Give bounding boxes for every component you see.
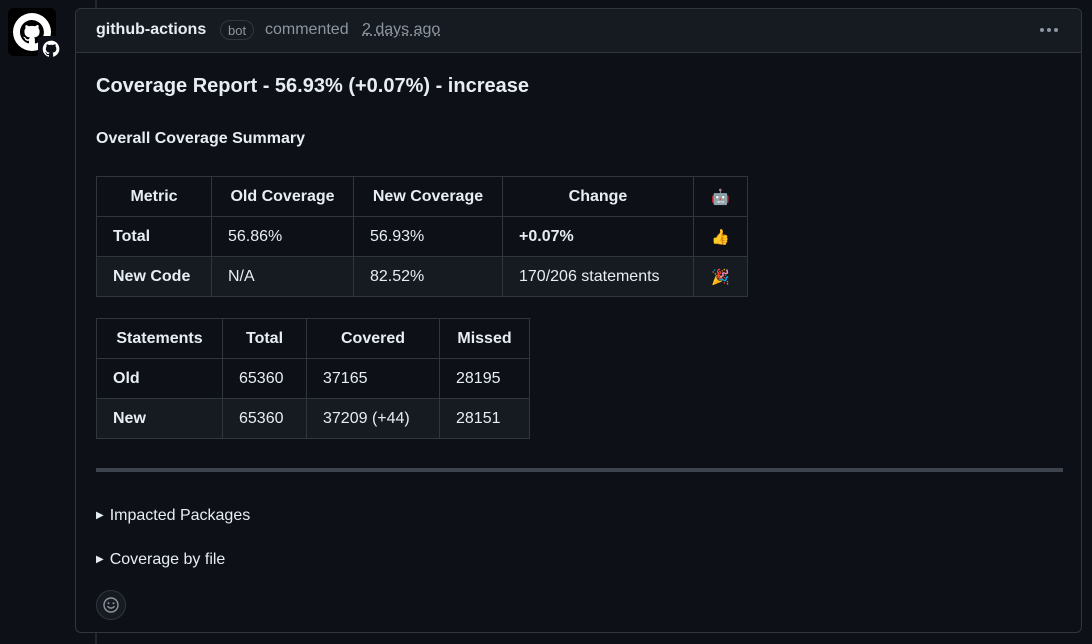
bot-badge: bot xyxy=(220,20,255,40)
github-small-icon xyxy=(40,38,62,60)
column-header: New Coverage xyxy=(353,176,503,217)
table-row: Old 65360 37165 28195 xyxy=(96,358,530,399)
column-header: Covered xyxy=(306,318,440,359)
robot-emoji-header: 🤖 xyxy=(693,176,748,217)
coverage-summary-table: Metric Old Coverage New Coverage Change … xyxy=(96,176,748,297)
column-header: Change xyxy=(502,176,694,217)
kebab-horizontal-icon[interactable] xyxy=(1034,20,1064,40)
column-header: Missed xyxy=(439,318,530,359)
comment-action-text: commented xyxy=(265,21,349,38)
coverage-by-file-toggle[interactable]: ▶ Coverage by file xyxy=(96,551,225,569)
table-cell: Old xyxy=(96,358,223,399)
github-app-badge xyxy=(38,36,68,66)
table-cell: 56.86% xyxy=(211,216,354,257)
table-cell: 37165 xyxy=(306,358,440,399)
avatar[interactable] xyxy=(8,8,68,66)
table-cell: New Code xyxy=(96,256,212,297)
add-reaction-button[interactable] xyxy=(96,590,126,620)
table-header-row: Metric Old Coverage New Coverage Change … xyxy=(96,176,748,217)
table-cell: 65360 xyxy=(222,398,307,439)
details-summary-label: Impacted Packages xyxy=(109,507,251,524)
table-row: New Code N/A 82.52% 170/206 statements 🎉 xyxy=(96,256,748,297)
smiley-icon xyxy=(103,597,119,613)
table-row: Total 56.86% 56.93% +0.07% 👍 xyxy=(96,216,748,257)
author-link[interactable]: github-actions xyxy=(96,21,206,39)
table-cell: 37209 (+44) xyxy=(306,398,440,439)
statements-table: Statements Total Covered Missed Old 6536… xyxy=(96,318,530,439)
table-cell: 170/206 statements xyxy=(502,256,694,297)
comment-card: github-actions bot commented 2 days ago … xyxy=(75,8,1082,633)
table-row: New 65360 37209 (+44) 28151 xyxy=(96,398,530,439)
table-cell: +0.07% xyxy=(502,216,694,257)
thumbs-up-emoji: 👍 xyxy=(693,216,748,257)
impacted-packages-toggle[interactable]: ▶ Impacted Packages xyxy=(96,507,250,525)
comment-header: github-actions bot commented 2 days ago xyxy=(76,9,1081,53)
table-cell: N/A xyxy=(211,256,354,297)
party-emoji: 🎉 xyxy=(693,256,748,297)
table-cell: 82.52% xyxy=(353,256,503,297)
table-cell: 28195 xyxy=(439,358,530,399)
triangle-right-icon: ▶ xyxy=(96,510,104,521)
summary-title: Overall Coverage Summary xyxy=(96,130,305,147)
column-header: Old Coverage xyxy=(211,176,354,217)
table-header-row: Statements Total Covered Missed xyxy=(96,318,530,359)
column-header: Total xyxy=(222,318,307,359)
triangle-right-icon: ▶ xyxy=(96,554,104,565)
column-header: Metric xyxy=(96,176,212,217)
table-cell: 56.93% xyxy=(353,216,503,257)
details-summary-label: Coverage by file xyxy=(109,551,226,568)
report-title: Coverage Report - 56.93% (+0.07%) - incr… xyxy=(96,75,529,97)
timestamp-link[interactable]: 2 days ago xyxy=(362,21,440,39)
horizontal-rule xyxy=(96,468,1063,472)
column-header: Statements xyxy=(96,318,223,359)
table-cell: 65360 xyxy=(222,358,307,399)
table-cell: New xyxy=(96,398,223,439)
table-cell: 28151 xyxy=(439,398,530,439)
table-cell: Total xyxy=(96,216,212,257)
